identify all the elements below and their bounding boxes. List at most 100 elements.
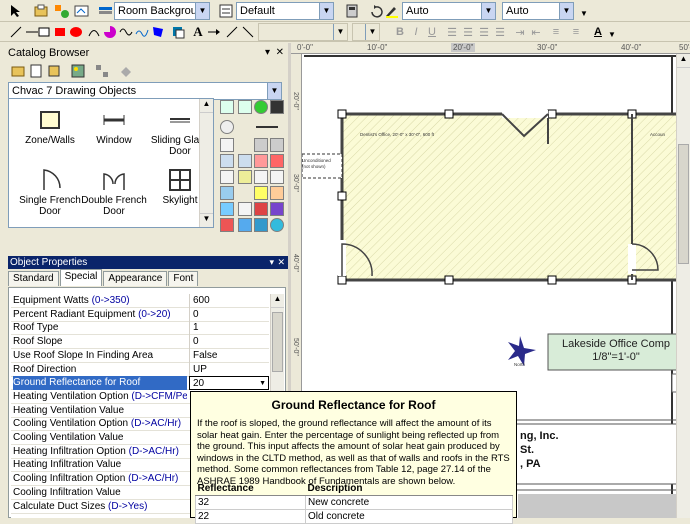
palette-vent-icon[interactable] <box>270 138 284 152</box>
palette-bulb-icon[interactable] <box>254 186 268 200</box>
tab-standard[interactable]: Standard <box>8 271 59 286</box>
palette-plug-icon[interactable] <box>270 100 284 114</box>
palette-room-icon[interactable] <box>238 100 252 114</box>
room-zone[interactable] <box>340 112 690 282</box>
property-value[interactable]: 1 <box>189 321 269 336</box>
dropdown-arrow-icon[interactable]: ▼ <box>576 5 592 21</box>
style-select[interactable]: Default ▼ <box>236 2 334 20</box>
align-left-icon[interactable]: ☰ <box>444 24 460 40</box>
property-value[interactable]: 0 <box>189 335 269 350</box>
palette-diffuser-icon[interactable] <box>238 154 252 168</box>
property-row[interactable]: Roof Direction UP <box>11 362 269 377</box>
italic-icon[interactable]: I <box>408 24 424 40</box>
property-row[interactable]: Roof Type 1 <box>11 321 269 336</box>
scroll-up-icon[interactable]: ▲ <box>271 294 284 308</box>
rotate-icon[interactable] <box>368 3 384 19</box>
text-tool-icon[interactable]: A <box>190 24 206 40</box>
palette-tower-icon[interactable] <box>270 218 284 232</box>
catalog-grid-icon[interactable] <box>94 63 110 79</box>
property-value[interactable]: False <box>189 348 269 363</box>
line-tool-icon[interactable] <box>8 24 24 40</box>
palette-coil-icon[interactable] <box>270 154 284 168</box>
font-size-select[interactable]: ▼ <box>352 23 380 41</box>
dimension-tool-icon[interactable] <box>224 24 240 40</box>
justify-icon[interactable]: ☰ <box>492 24 508 40</box>
outdent-icon[interactable]: ⇤ <box>528 24 544 40</box>
palette-arch-icon[interactable] <box>220 154 234 168</box>
property-row[interactable]: Use Roof Slope In Finding Area False <box>11 348 269 363</box>
property-row[interactable]: Ground Reflectance for Roof 20 ▼ <box>11 376 269 391</box>
palette-coolant-icon[interactable] <box>220 186 234 200</box>
catalog-image-icon[interactable] <box>70 63 86 79</box>
scroll-down-icon[interactable]: ▼ <box>200 213 213 227</box>
arc-tool-icon[interactable] <box>86 24 102 40</box>
scroll-up-icon[interactable]: ▲ <box>677 54 690 68</box>
property-value[interactable]: 600 <box>189 294 269 308</box>
font-color-dropdown-icon[interactable]: ▼ <box>604 26 620 42</box>
open-icon[interactable] <box>34 3 50 19</box>
pin-icon[interactable]: ▾ <box>269 256 274 269</box>
layer-select[interactable]: Room Background ▼ <box>114 2 210 20</box>
palette-list-icon[interactable] <box>220 138 234 152</box>
property-row[interactable]: Equipment Watts (0->350) 600 <box>11 294 269 308</box>
numbering-icon[interactable]: ≡ <box>568 24 584 40</box>
canvas-scrollbar[interactable]: ▲ <box>676 54 690 518</box>
catalog-scrollbar[interactable]: ▲ ▼ <box>199 99 213 227</box>
scroll-thumb[interactable] <box>272 312 283 372</box>
palette-boiler-icon[interactable] <box>238 170 252 184</box>
diagonal-tool-icon[interactable] <box>240 24 256 40</box>
palette-fire-icon[interactable] <box>220 218 234 232</box>
font-name-select[interactable]: ▼ <box>258 23 348 41</box>
arrow-tool-icon[interactable] <box>206 24 222 40</box>
bold-icon[interactable]: B <box>392 24 408 40</box>
property-row[interactable]: Percent Radiant Equipment (0->20) 0 <box>11 307 269 322</box>
palette-fan-icon[interactable] <box>254 154 268 168</box>
palette-lamp-icon[interactable] <box>254 138 268 152</box>
palette-circle-icon[interactable] <box>220 120 234 134</box>
catalog-new-icon[interactable] <box>28 63 44 79</box>
property-value[interactable]: UP <box>189 362 269 377</box>
polygon-tool-icon[interactable] <box>150 24 166 40</box>
shapes-icon[interactable] <box>54 3 70 19</box>
scroll-up-icon[interactable]: ▲ <box>200 99 213 113</box>
catalog-item-double-french-door[interactable]: Double French Door <box>81 169 147 217</box>
palette-connector-icon[interactable] <box>256 126 278 128</box>
palette-duct-icon[interactable] <box>270 170 284 184</box>
pie-tool-icon[interactable] <box>102 24 118 40</box>
tab-appearance[interactable]: Appearance <box>103 271 168 286</box>
close-icon[interactable]: ✕ <box>277 256 285 269</box>
rect-tool-icon[interactable] <box>36 24 52 40</box>
palette-chiller-icon[interactable] <box>254 218 268 232</box>
ellipse-tool-icon[interactable] <box>68 24 84 40</box>
properties-icon[interactable] <box>344 3 360 19</box>
palette-valve-icon[interactable] <box>238 202 252 216</box>
line-width-select[interactable]: Auto ▼ <box>402 2 496 20</box>
palette-cooler-icon[interactable] <box>238 218 252 232</box>
property-row[interactable]: Roof Slope 0 <box>11 335 269 350</box>
property-value[interactable]: 20 ▼ <box>189 376 269 391</box>
fill-tool-icon[interactable] <box>170 24 186 40</box>
palette-unit-icon[interactable] <box>220 170 234 184</box>
palette-circle-green-icon[interactable] <box>254 100 268 114</box>
line-style-select[interactable]: Auto ▼ <box>502 2 574 20</box>
filled-rect-icon[interactable] <box>52 24 68 40</box>
indent-icon[interactable]: ⇥ <box>512 24 528 40</box>
select-icon[interactable] <box>8 3 24 19</box>
pin-icon[interactable]: ▾ <box>265 46 270 60</box>
catalog-open-icon[interactable] <box>10 63 26 79</box>
palette-pipe-icon[interactable] <box>220 202 234 216</box>
catalog-item-window[interactable]: Window <box>81 109 147 146</box>
palette-box-icon[interactable] <box>254 202 268 216</box>
curve-tool-icon[interactable] <box>118 24 134 40</box>
align-right-icon[interactable]: ☰ <box>476 24 492 40</box>
tab-font[interactable]: Font <box>168 271 199 286</box>
palette-pump-icon[interactable] <box>254 170 268 184</box>
palette-heater-icon[interactable] <box>270 186 284 200</box>
catalog-item-single-french-door[interactable]: Single French Door <box>17 169 83 217</box>
scroll-thumb[interactable] <box>678 144 689 264</box>
pen-icon[interactable] <box>384 3 400 19</box>
property-value[interactable]: 0 <box>189 307 269 322</box>
layers-icon[interactable] <box>74 3 90 19</box>
freehand-tool-icon[interactable] <box>134 24 150 40</box>
palette-cube-icon[interactable] <box>270 202 284 216</box>
